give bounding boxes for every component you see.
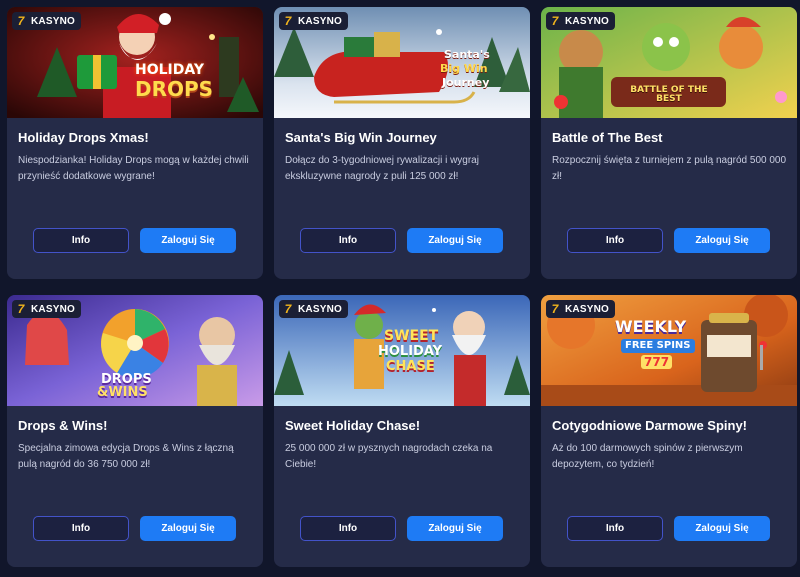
info-button[interactable]: Info [300,516,396,541]
banner-title-line-2: DROPS [135,77,214,101]
promo-description: Dołącz do 3-tygodniowej rywalizacji i wy… [285,155,479,182]
banner-title-line-1: Santa's [444,48,490,61]
promo-banner-image[interactable]: SWEET HOLIDAY CHASE 7 KASYNO [274,295,530,406]
promo-description: Niespodzianka! Holiday Drops mogą w każd… [18,155,249,182]
banner-title-line-3: CHASE [386,359,435,374]
seven-logo-icon: 7 [17,302,25,316]
promo-description: Rozpocznij święta z turniejem z pulą nag… [552,155,787,182]
promo-title: Cotygodniowe Darmowe Spiny! [552,418,748,433]
login-button[interactable]: Zaloguj Się [140,516,236,541]
banner-title-line-3: Journey [442,76,490,89]
info-button[interactable]: Info [33,228,129,253]
casino-badge: 7 KASYNO [279,12,348,30]
promo-card-sweet-holiday-chase: SWEET HOLIDAY CHASE 7 KASYNO Sweet Holid… [274,295,530,567]
info-button[interactable]: Info [567,516,663,541]
casino-badge: 7 KASYNO [546,300,615,318]
info-button[interactable]: Info [567,228,663,253]
promo-title: Battle of The Best [552,130,663,145]
badge-label: KASYNO [565,15,609,27]
login-button[interactable]: Zaloguj Się [674,228,770,253]
banner-title-line-3: 777 [641,355,673,369]
promo-banner-image[interactable]: Santa's Big Win Journey 7 KASYNO [274,7,530,118]
casino-badge: 7 KASYNO [12,12,81,30]
promo-banner-image[interactable]: WEEKLY FREE SPINS 777 7 KASYNO [541,295,797,406]
login-button[interactable]: Zaloguj Się [674,516,770,541]
promo-description: Aż do 100 darmowych spinów z pierwszym d… [552,443,743,470]
promo-banner-image[interactable]: DROPS &WINS 7 KASYNO [7,295,263,406]
promo-description: 25 000 000 zł w pysznych nagrodach czeka… [285,443,493,470]
promo-card-weekly-free-spins: WEEKLY FREE SPINS 777 7 KASYNO Cotygodni… [541,295,797,567]
promo-title: Santa's Big Win Journey [285,130,437,145]
banner-title-line-2: Big Win [440,62,488,75]
seven-logo-icon: 7 [17,14,25,28]
banner-title: BATTLE OF THE BEST [630,85,708,104]
info-button[interactable]: Info [300,228,396,253]
banner-title-line-2: HOLIDAY [378,344,443,359]
banner-title-line-2: FREE SPINS [621,339,695,353]
promo-title: Sweet Holiday Chase! [285,418,421,433]
casino-badge: 7 KASYNO [546,12,615,30]
seven-logo-icon: 7 [551,14,559,28]
login-button[interactable]: Zaloguj Się [407,228,503,253]
login-button[interactable]: Zaloguj Się [140,228,236,253]
promo-title: Drops & Wins! [18,418,108,433]
badge-label: KASYNO [31,303,75,315]
banner-title-line-1: SWEET [384,328,439,344]
promo-banner-image[interactable]: BATTLE OF THE BEST 7 KASYNO [541,7,797,118]
badge-label: KASYNO [565,303,609,315]
casino-badge: 7 KASYNO [12,300,81,318]
seven-logo-icon: 7 [284,14,292,28]
badge-label: KASYNO [298,15,342,27]
banner-title-line-1: HOLIDAY [135,62,205,78]
banner-title-line-2: &WINS [97,385,148,400]
info-button[interactable]: Info [33,516,129,541]
banner-title-line-1: WEEKLY [615,317,687,336]
casino-badge: 7 KASYNO [279,300,348,318]
promo-description: Specjalna zimowa edycja Drops & Wins z ł… [18,443,234,470]
badge-label: KASYNO [31,15,75,27]
promo-banner-image[interactable]: HOLIDAY DROPS 7 KASYNO [7,7,263,118]
badge-label: KASYNO [298,303,342,315]
seven-logo-icon: 7 [551,302,559,316]
login-button[interactable]: Zaloguj Się [407,516,503,541]
promo-card-battle-of-the-best: BATTLE OF THE BEST 7 KASYNO Battle of Th… [541,7,797,279]
promo-card-drops-and-wins: DROPS &WINS 7 KASYNO Drops & Wins! Specj… [7,295,263,567]
promo-card-santas-journey: Santa's Big Win Journey 7 KASYNO Santa's… [274,7,530,279]
seven-logo-icon: 7 [284,302,292,316]
promo-title: Holiday Drops Xmas! [18,130,149,145]
promo-card-holiday-drops: HOLIDAY DROPS 7 KASYNO Holiday Drops Xma… [7,7,263,279]
